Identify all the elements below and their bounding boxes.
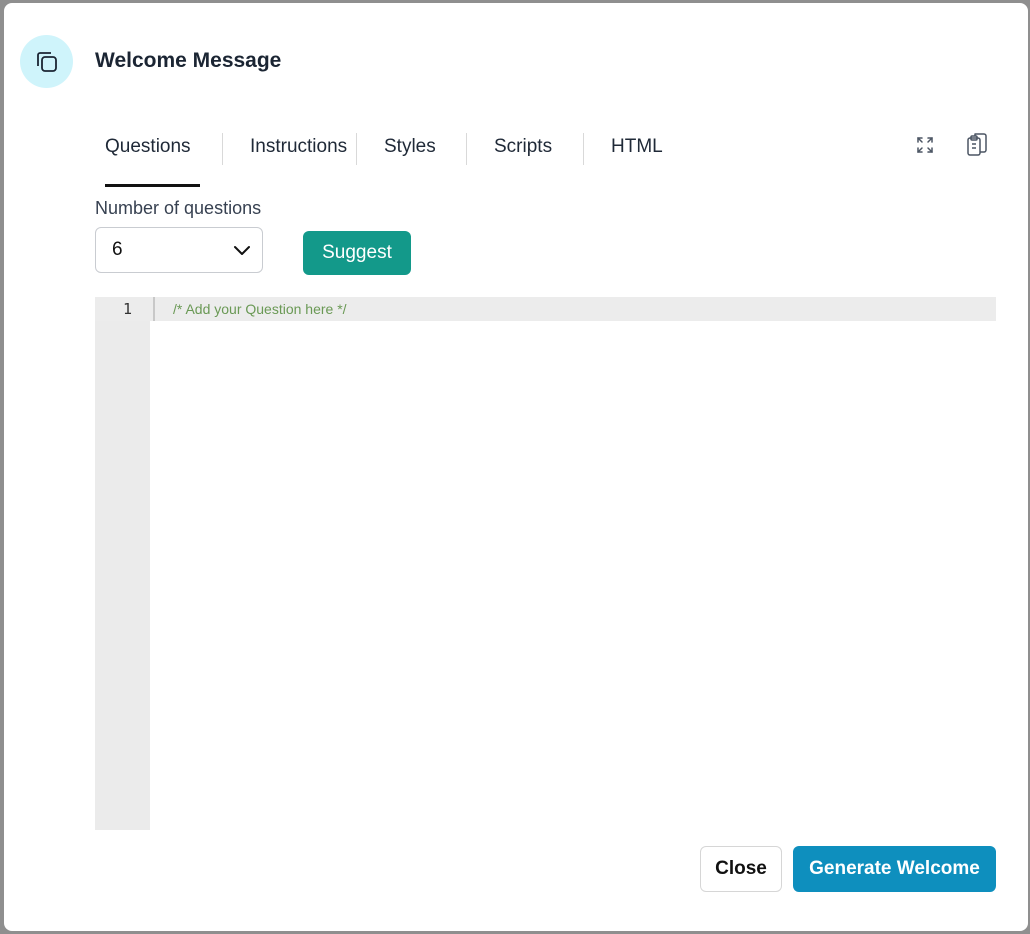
tab-label: HTML bbox=[611, 136, 663, 157]
dialog-title: Welcome Message bbox=[95, 49, 282, 72]
tab-label: Scripts bbox=[494, 136, 553, 157]
text-cursor bbox=[153, 297, 155, 321]
number-of-questions-label: Number of questions bbox=[95, 198, 262, 218]
tab-instructions[interactable]: Instructions bbox=[223, 125, 356, 187]
expand-button[interactable] bbox=[910, 130, 940, 160]
tab-bar: Questions Instructions Styles Scripts HT… bbox=[95, 125, 674, 187]
tab-scripts[interactable]: Scripts bbox=[467, 125, 583, 187]
line-number-gutter bbox=[95, 297, 150, 830]
tab-label: Questions bbox=[105, 136, 191, 157]
number-of-questions-select[interactable]: 6 bbox=[95, 227, 263, 273]
chevron-down-icon bbox=[234, 246, 250, 255]
suggest-button[interactable]: Suggest bbox=[303, 231, 411, 275]
tab-html[interactable]: HTML bbox=[584, 125, 674, 187]
tab-styles[interactable]: Styles bbox=[357, 125, 466, 187]
active-line: 1 /* Add your Question here */ bbox=[95, 297, 996, 321]
select-value: 6 bbox=[112, 239, 123, 260]
line-number: 1 bbox=[122, 300, 132, 318]
clipboard-icon bbox=[967, 133, 987, 156]
welcome-message-dialog: Welcome Message Questions Instructions S… bbox=[4, 3, 1028, 931]
close-button[interactable]: Close bbox=[700, 846, 782, 892]
generate-welcome-button[interactable]: Generate Welcome bbox=[793, 846, 996, 892]
tab-questions[interactable]: Questions bbox=[95, 125, 200, 187]
copy-icon bbox=[20, 35, 73, 88]
code-line: /* Add your Question here */ bbox=[173, 301, 347, 317]
tab-label: Instructions bbox=[250, 136, 348, 157]
expand-icon bbox=[917, 137, 933, 153]
code-editor[interactable]: 1 /* Add your Question here */ bbox=[95, 297, 996, 830]
tab-label: Styles bbox=[384, 136, 436, 157]
copy-clipboard-button[interactable] bbox=[962, 130, 992, 160]
